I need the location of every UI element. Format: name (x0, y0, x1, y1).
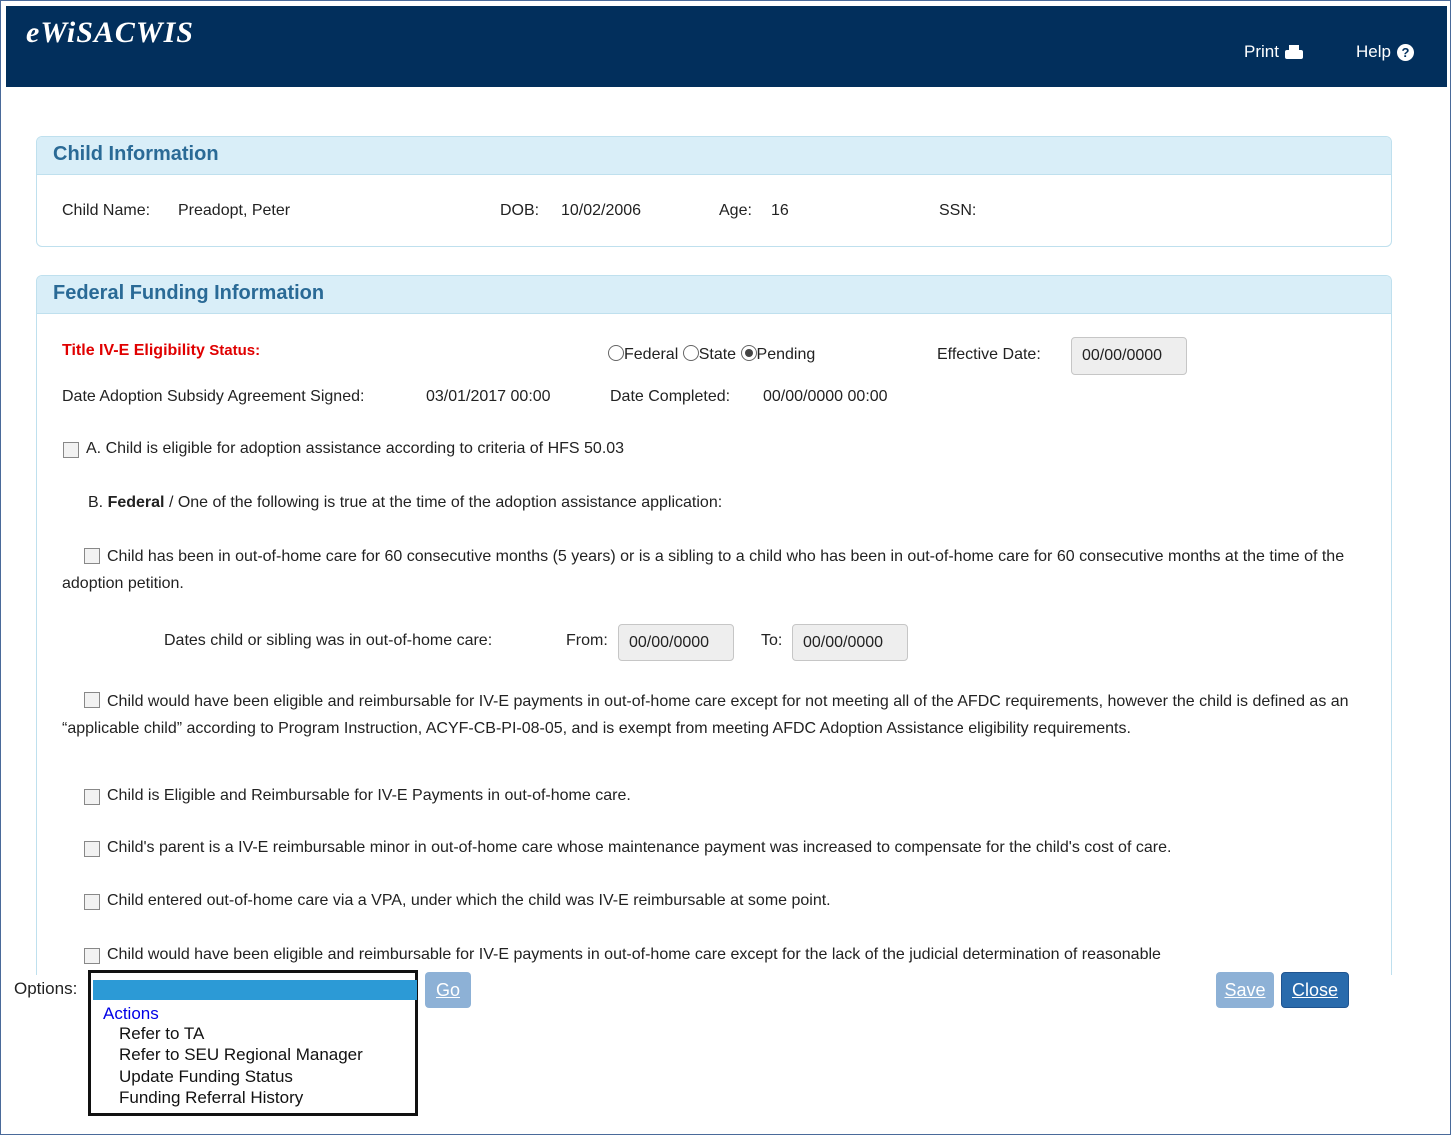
question-circle-icon: ? (1396, 43, 1414, 61)
to-date-field[interactable]: 00/00/0000 (792, 624, 908, 661)
radio-pending[interactable] (740, 345, 757, 361)
radio-federal[interactable] (608, 345, 624, 361)
option-refer-to-seu-regional-manager[interactable]: Refer to SEU Regional Manager (119, 1045, 363, 1065)
to-label: To: (761, 632, 783, 649)
child-name-label: Child Name: (62, 202, 151, 219)
item-60-months-label: Child has been in out-of-home care for 6… (62, 548, 1345, 592)
option-funding-referral-history[interactable]: Funding Referral History (119, 1088, 303, 1108)
age-value: 16 (771, 202, 789, 219)
age-label: Age: (719, 202, 752, 219)
agreement-signed-value: 03/01/2017 00:00 (426, 388, 551, 405)
ssn-label: SSN: (939, 202, 977, 219)
app-header: eWiSACWIS Print Help ? (6, 6, 1447, 87)
options-label: Options: (14, 979, 78, 998)
item-judicial-label: Child would have been eligible and reimb… (107, 946, 1161, 963)
criterion-b-federal: Federal (107, 494, 165, 511)
criterion-b-text: / One of the following is true at the ti… (164, 494, 723, 511)
radio-state[interactable] (682, 345, 699, 361)
from-date-field[interactable]: 00/00/0000 (618, 624, 734, 661)
options-dropdown[interactable]: Actions Refer to TA Refer to SEU Regiona… (88, 970, 418, 1116)
criterion-b-heading: B. Federal / One of the following is tru… (88, 494, 722, 512)
eligibility-label: Title IV-E Eligibility Status: (62, 342, 260, 360)
date-completed-value: 00/00/0000 00:00 (763, 388, 888, 405)
radio-federal-label: Federal (624, 346, 679, 363)
panel-title: Child Information (53, 143, 219, 165)
help-label: Help (1356, 42, 1391, 61)
go-button[interactable]: Go (425, 972, 471, 1008)
print-label: Print (1244, 42, 1279, 61)
criterion-b-prefix: B. (88, 494, 104, 511)
close-button[interactable]: Close (1281, 972, 1349, 1008)
child-information-panel: Child Information Child Name: Preadopt, … (36, 136, 1392, 247)
item-vpa-checkbox[interactable] (84, 894, 100, 910)
dates-in-care-label: Dates child or sibling was in out-of-hom… (164, 632, 493, 649)
item-vpa-label: Child entered out-of-home care via a VPA… (107, 892, 831, 909)
dob-value: 10/02/2006 (561, 202, 642, 219)
print-link[interactable]: Print (1244, 42, 1303, 62)
panel-title: Federal Funding Information (53, 282, 325, 304)
item-eligible-label: Child is Eligible and Reimbursable for I… (107, 787, 631, 804)
agreement-signed-label: Date Adoption Subsidy Agreement Signed: (62, 388, 365, 405)
date-completed-label: Date Completed: (610, 388, 731, 405)
from-label: From: (566, 632, 608, 649)
item-afdc-label: Child would have been eligible and reimb… (62, 693, 1349, 737)
options-selected[interactable] (93, 980, 417, 1000)
panel-header: Child Information (37, 137, 1391, 175)
save-button[interactable]: Save (1216, 972, 1274, 1008)
radio-pending-label: Pending (756, 346, 816, 363)
criterion-a-checkbox[interactable] (63, 442, 79, 458)
item-eligible-checkbox[interactable] (84, 789, 100, 805)
dob-label: DOB: (500, 202, 540, 219)
option-refer-to-ta[interactable]: Refer to TA (119, 1024, 204, 1044)
app-logo: eWiSACWIS (26, 16, 194, 49)
eligibility-label-text: Title IV-E Eligibility (62, 342, 205, 359)
status-label: Status: (209, 342, 261, 359)
effective-date-field[interactable]: 00/00/0000 (1071, 337, 1187, 375)
effective-date-label: Effective Date: (937, 346, 1041, 363)
criterion-a-label: A. Child is eligible for adoption assist… (86, 440, 625, 457)
option-update-funding-status[interactable]: Update Funding Status (119, 1067, 293, 1087)
item-parent-minor-label: Child's parent is a IV-E reimbursable mi… (107, 839, 1172, 856)
options-group-actions: Actions (103, 1004, 159, 1023)
radio-state-label: State (698, 346, 737, 363)
child-name-value: Preadopt, Peter (178, 202, 291, 219)
item-parent-minor-checkbox[interactable] (84, 841, 100, 857)
item-judicial-checkbox[interactable] (84, 948, 100, 964)
printer-icon (1284, 45, 1303, 59)
status-radio-group: Federal State Pending (608, 345, 815, 364)
panel-header: Federal Funding Information (37, 276, 1391, 314)
help-link[interactable]: Help ? (1356, 42, 1414, 62)
